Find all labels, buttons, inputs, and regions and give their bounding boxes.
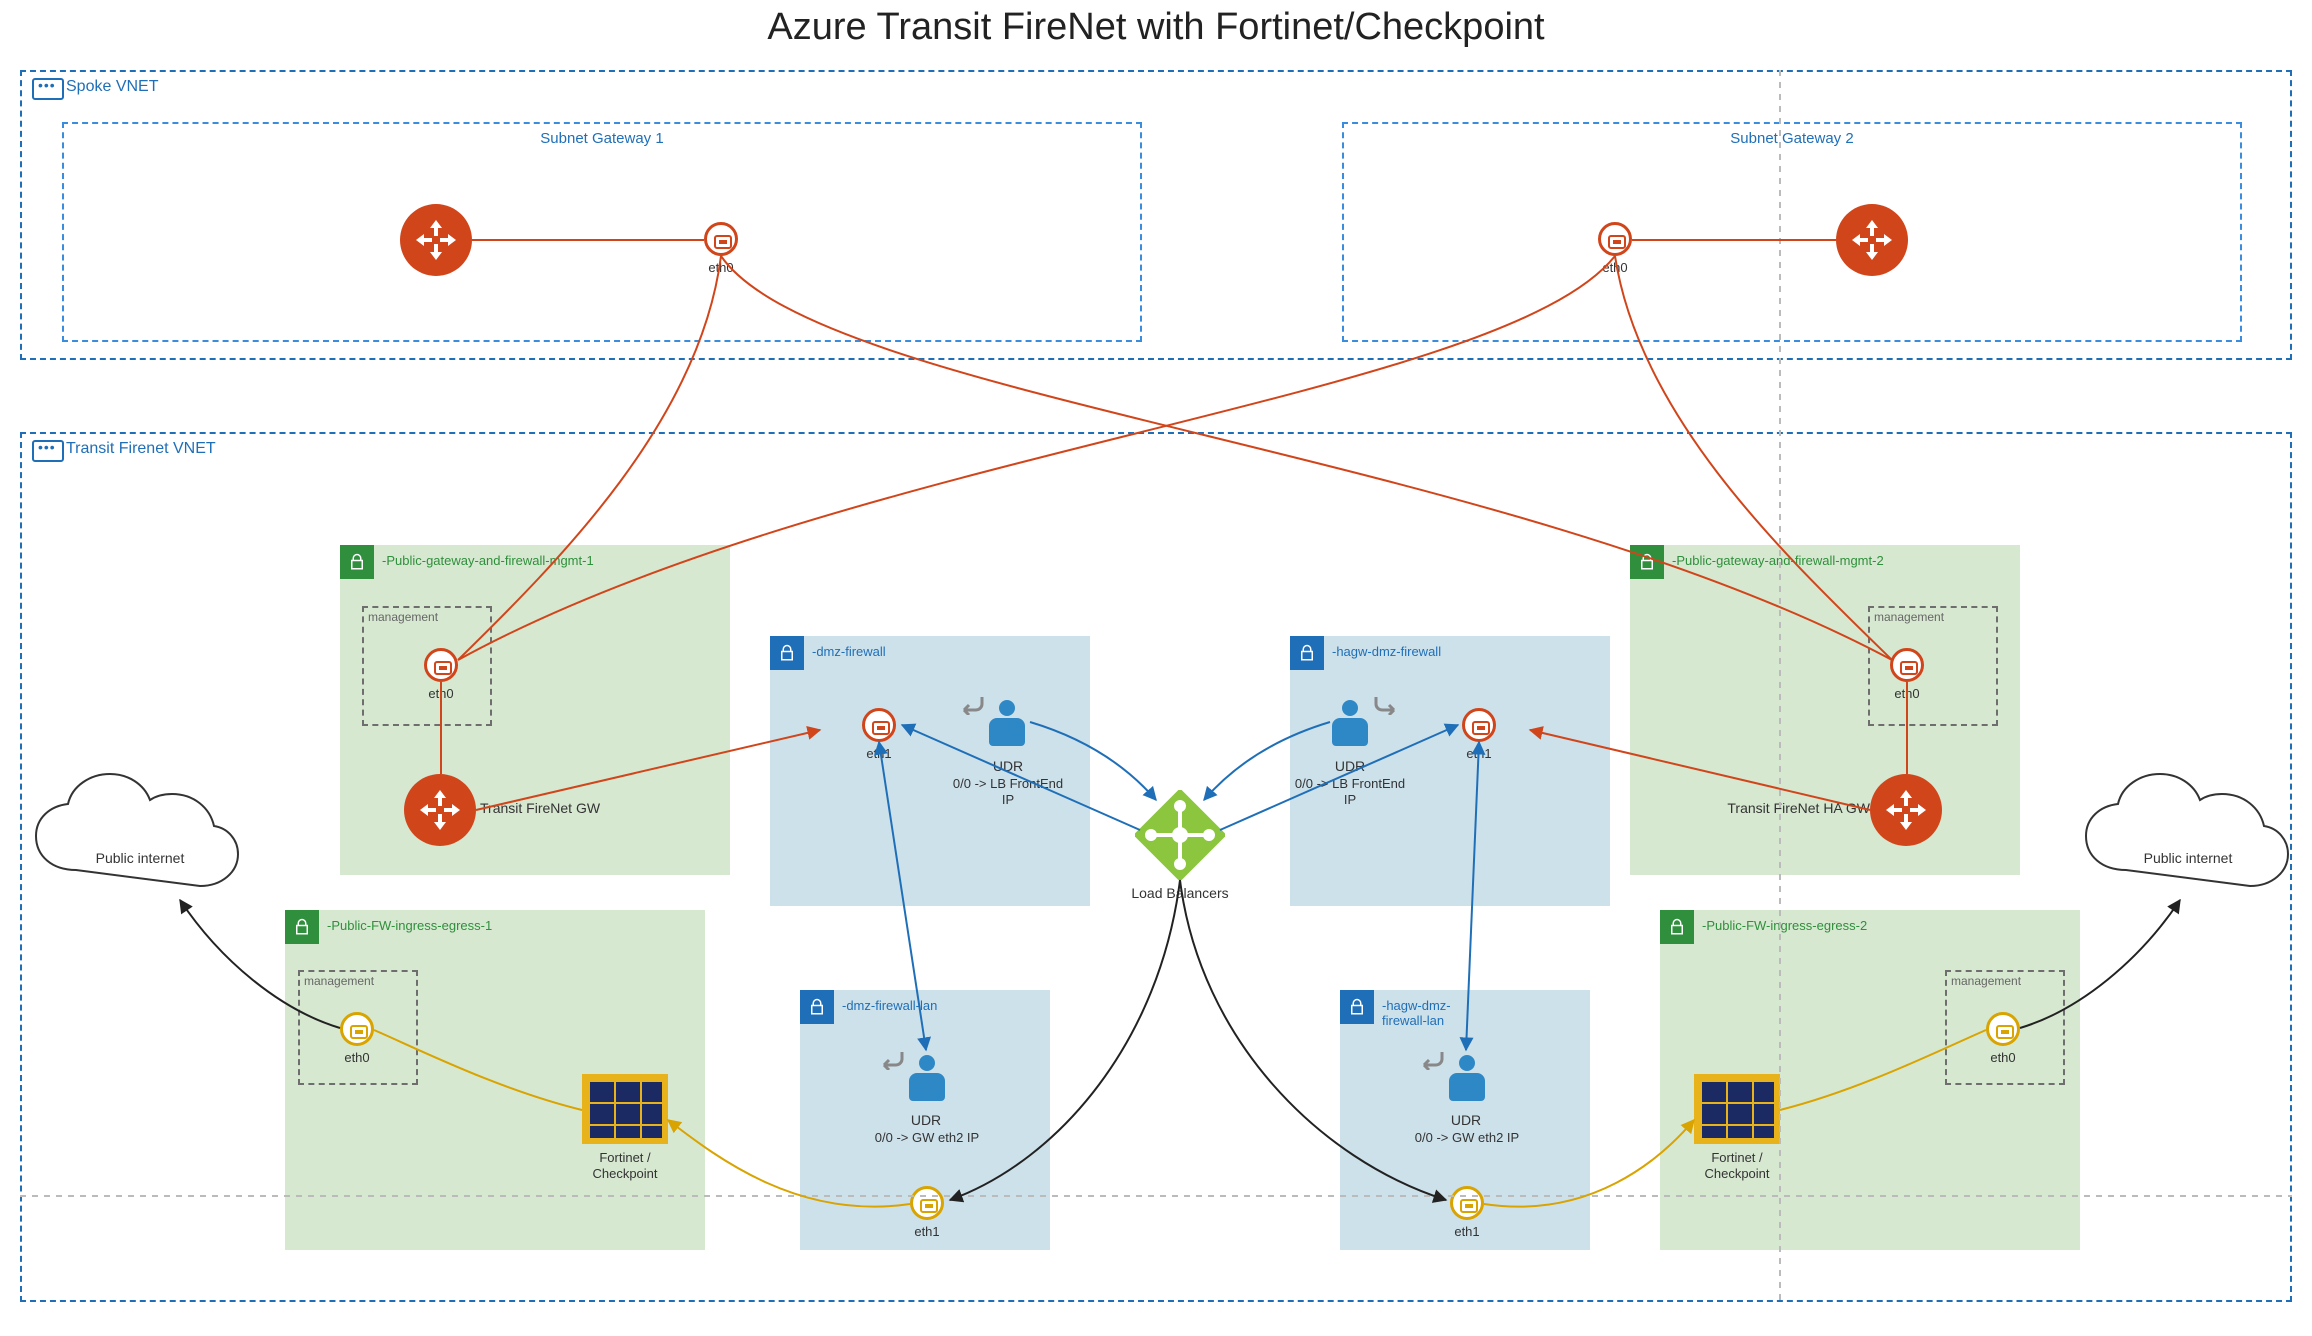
vnet-icon xyxy=(32,78,64,100)
udr-text-1: 0/0 -> LB FrontEnd IP xyxy=(948,776,1068,807)
firewall-1-label: Fortinet / Checkpoint xyxy=(570,1150,680,1181)
udr-lan-icon-1 xyxy=(905,1055,949,1105)
udr-lan-text-1: 0/0 -> GW eth2 IP xyxy=(862,1130,992,1146)
sg-ingress-2-label: -Public-FW-ingress-egress-2 xyxy=(1702,918,1867,933)
ingress2-eth0-iface xyxy=(1986,1012,2020,1046)
dmz-firewall-lan-2-label: -hagw-dmz-firewall-lan xyxy=(1382,998,1492,1028)
diagram-canvas: Azure Transit FireNet with Fortinet/Chec… xyxy=(0,0,2312,1336)
transit-gw-ha-label: Transit FireNet HA GW xyxy=(1690,800,1870,816)
dmz2-eth1-label: eth1 xyxy=(1464,746,1494,761)
sg-mgmt-2-label: -Public-gateway-and-firewall-mgmt-2 xyxy=(1672,553,1884,568)
lock-badge xyxy=(285,910,319,944)
spoke-router-1 xyxy=(400,204,472,276)
internet-cloud-left xyxy=(26,770,246,900)
spoke1-eth0-label: eth0 xyxy=(706,260,736,275)
vnet-icon xyxy=(32,440,64,462)
udr-lan-text-2: 0/0 -> GW eth2 IP xyxy=(1402,1130,1532,1146)
return-arrow-icon xyxy=(958,695,984,715)
subnet-gateway-1-label: Subnet Gateway 1 xyxy=(64,130,1140,147)
lock-badge xyxy=(1630,545,1664,579)
firewall-2-label: Fortinet / Checkpoint xyxy=(1682,1150,1792,1181)
dmz1-eth1-iface xyxy=(862,708,896,742)
dmz-firewall-1-label: -dmz-firewall xyxy=(812,644,886,659)
lock-badge xyxy=(1290,636,1324,670)
sg-mgmt-1-label: -Public-gateway-and-firewall-mgmt-1 xyxy=(382,553,594,568)
ingress1-eth0-iface xyxy=(340,1012,374,1046)
udr-lan-title-2: UDR xyxy=(1426,1112,1506,1128)
firewall-1 xyxy=(582,1074,668,1144)
spoke-vnet-label: Spoke VNET xyxy=(66,78,158,96)
sg-ingress-1-label: -Public-FW-ingress-egress-1 xyxy=(327,918,492,933)
spoke-vnet-box: Spoke VNET Subnet Gateway 1 Subnet Gatew… xyxy=(20,70,2292,360)
return-arrow-icon xyxy=(1418,1050,1444,1070)
transit-gw-ha-router xyxy=(1870,774,1942,846)
udr-icon-2 xyxy=(1328,700,1372,750)
dmz1-eth1-label: eth1 xyxy=(864,746,894,761)
ingress1-eth0-label: eth0 xyxy=(342,1050,372,1065)
spoke2-eth0-icon xyxy=(1598,222,1632,256)
internet-right-label: Public internet xyxy=(2118,850,2258,866)
load-balancer-label: Load Balancers xyxy=(1110,885,1250,901)
mgmt-label-ingress-1: management xyxy=(304,974,374,988)
subnet-gateway-2: Subnet Gateway 2 xyxy=(1342,122,2242,342)
lock-badge xyxy=(770,636,804,670)
transit-vnet-label: Transit Firenet VNET xyxy=(66,440,216,458)
transit-gw-ha-eth0-icon xyxy=(1890,648,1924,682)
udr-lan-icon-2 xyxy=(1445,1055,1489,1105)
lock-badge xyxy=(340,545,374,579)
udr-icon-1 xyxy=(985,700,1029,750)
lan2-eth1-iface xyxy=(1450,1186,1484,1220)
spoke2-eth0-label: eth0 xyxy=(1600,260,1630,275)
firewall-2 xyxy=(1694,1074,1780,1144)
lan1-eth1-label: eth1 xyxy=(912,1224,942,1239)
spoke-router-2 xyxy=(1836,204,1908,276)
transit-gw-eth0-icon xyxy=(424,648,458,682)
lan2-eth1-label: eth1 xyxy=(1452,1224,1482,1239)
transit-gw-router xyxy=(404,774,476,846)
dmz-firewall-2-label: -hagw-dmz-firewall xyxy=(1332,644,1441,659)
udr-title-2: UDR xyxy=(1310,758,1390,774)
mgmt-label-1: management xyxy=(368,610,438,624)
subnet-gateway-1: Subnet Gateway 1 xyxy=(62,122,1142,342)
dmz2-eth1-iface xyxy=(1462,708,1496,742)
mgmt-label-ingress-2: management xyxy=(1951,974,2021,988)
load-balancer-icon xyxy=(1135,790,1225,880)
mgmt-box-2: management xyxy=(1868,606,1998,726)
transit-gw-label: Transit FireNet GW xyxy=(480,800,640,816)
subnet-gateway-2-label: Subnet Gateway 2 xyxy=(1344,130,2240,147)
ingress2-eth0-label: eth0 xyxy=(1988,1050,2018,1065)
lan1-eth1-iface xyxy=(910,1186,944,1220)
spoke1-eth0-icon xyxy=(704,222,738,256)
internet-cloud-right xyxy=(2076,770,2296,900)
dmz-firewall-lan-1-label: -dmz-firewall-lan xyxy=(842,998,937,1013)
internet-left-label: Public internet xyxy=(70,850,210,866)
transit-gw-eth0-label: eth0 xyxy=(426,686,456,701)
lock-badge xyxy=(800,990,834,1024)
transit-gw-ha-eth0-label: eth0 xyxy=(1892,686,1922,701)
udr-lan-title-1: UDR xyxy=(886,1112,966,1128)
mgmt-label-2: management xyxy=(1874,610,1944,624)
diagram-title: Azure Transit FireNet with Fortinet/Chec… xyxy=(0,6,2312,49)
udr-text-2: 0/0 -> LB FrontEnd IP xyxy=(1290,776,1410,807)
return-arrow-icon xyxy=(878,1050,904,1070)
lock-badge xyxy=(1660,910,1694,944)
udr-title-1: UDR xyxy=(968,758,1048,774)
lock-badge xyxy=(1340,990,1374,1024)
return-arrow-icon xyxy=(1374,695,1400,715)
